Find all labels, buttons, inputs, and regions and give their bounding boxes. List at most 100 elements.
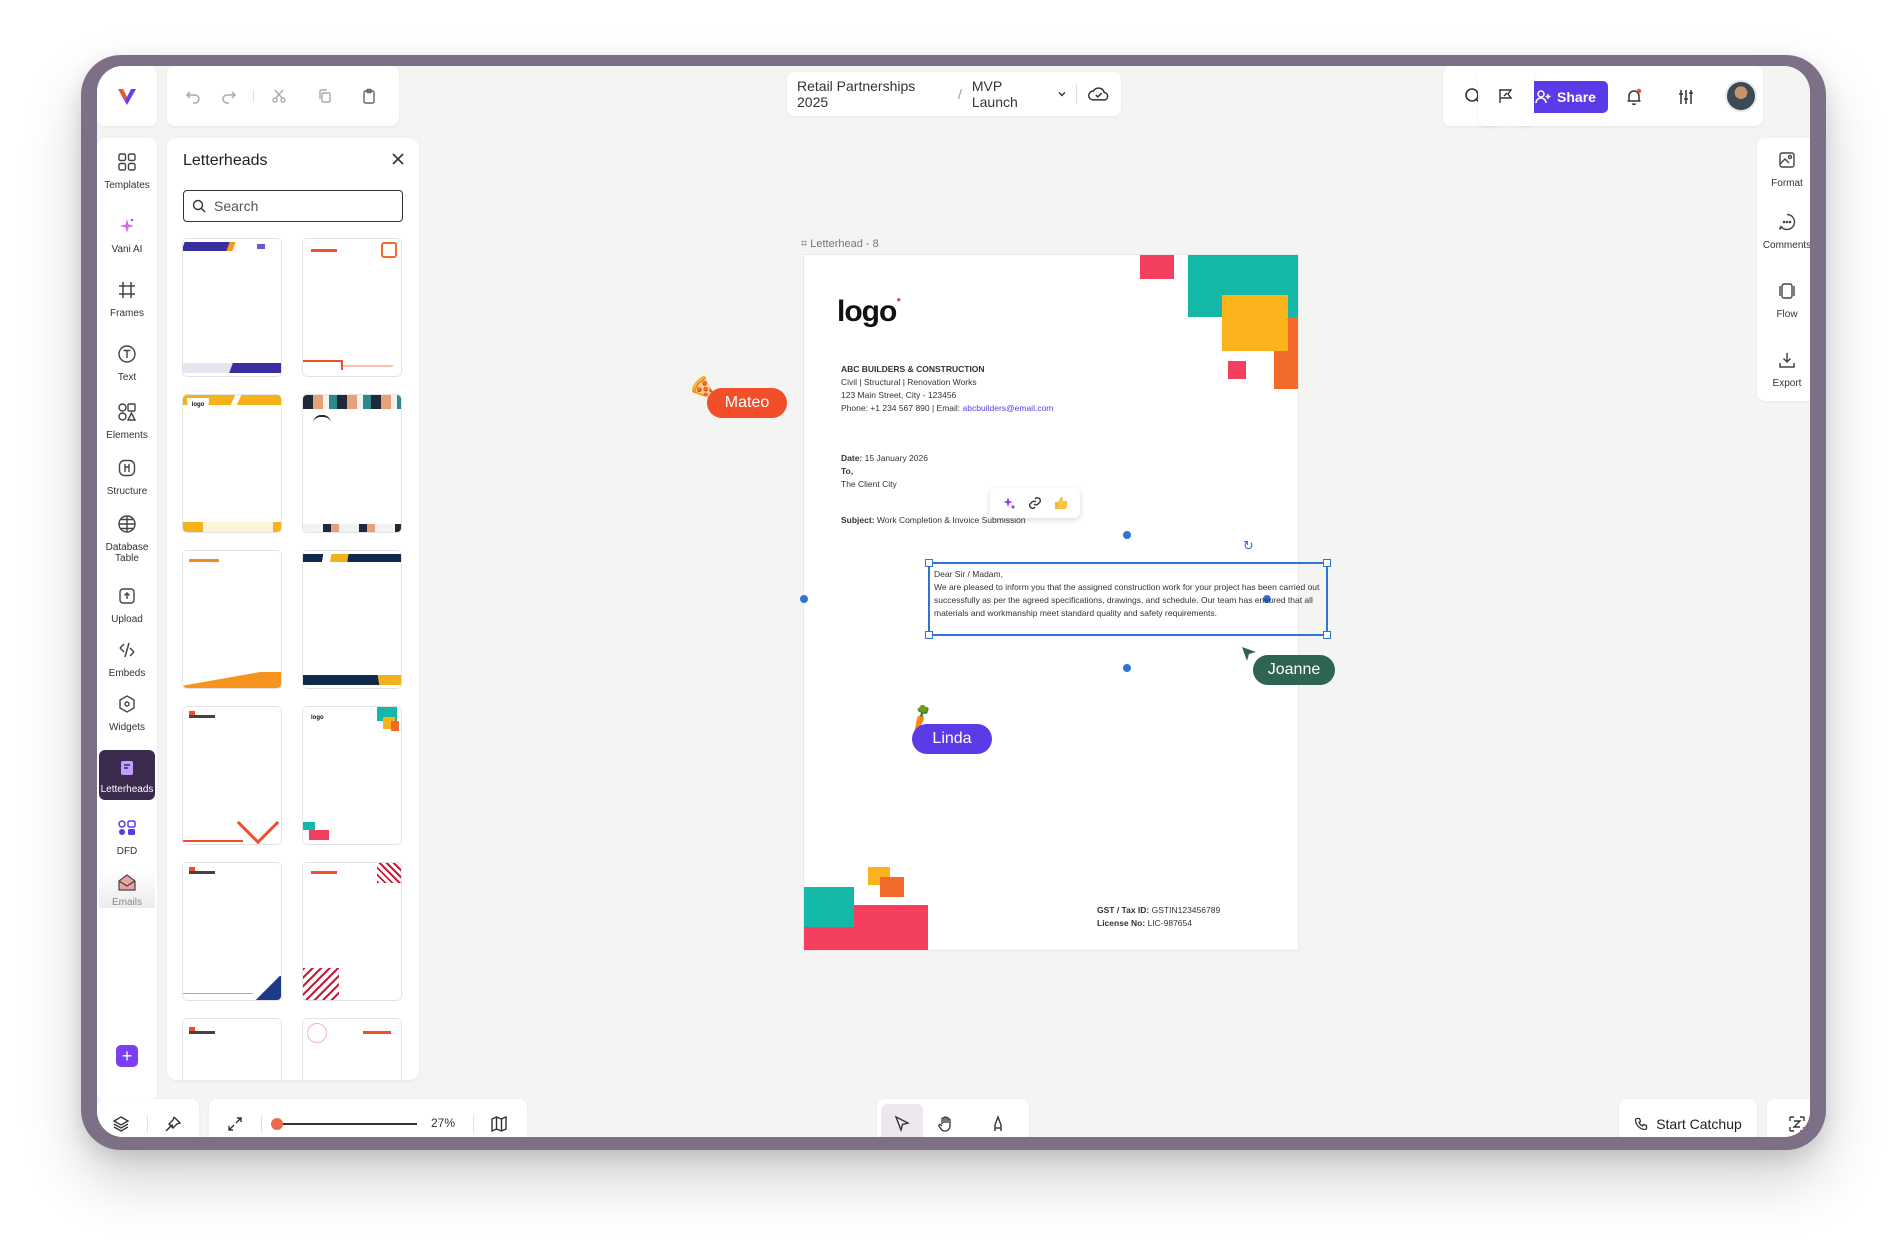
select-tool-icon[interactable] <box>881 1104 923 1137</box>
resize-handle[interactable] <box>925 559 933 567</box>
link-icon[interactable] <box>1027 495 1043 511</box>
tool-letterheads[interactable]: Letterheads <box>99 750 155 800</box>
tool-comments[interactable]: Comments <box>1757 210 1810 251</box>
search-icon <box>192 199 206 213</box>
letterhead-template[interactable] <box>302 862 402 1001</box>
sliders-icon[interactable] <box>1673 84 1699 110</box>
selection-handle[interactable] <box>800 595 808 603</box>
pen-tool-icon[interactable] <box>985 1111 1011 1137</box>
letterhead-template[interactable]: logo <box>182 394 282 533</box>
letterhead-template[interactable] <box>182 238 282 377</box>
pin-icon[interactable] <box>161 1112 185 1136</box>
undo-icon[interactable] <box>181 84 205 108</box>
decor-shape <box>880 877 904 897</box>
tool-dfd[interactable]: DFD <box>97 816 157 857</box>
tool-embeds[interactable]: Embeds <box>97 638 157 679</box>
letter-body[interactable]: Dear Sir / Madam, We are pleased to info… <box>934 568 1324 620</box>
breadcrumb: Retail Partnerships 2025 / MVP Launch <box>787 72 1121 116</box>
app-logo[interactable] <box>97 66 157 126</box>
letterhead-icon <box>121 761 133 775</box>
app-logo-icon <box>118 89 136 105</box>
divider <box>1076 84 1078 104</box>
tool-database-table[interactable]: Database Table <box>97 512 157 564</box>
cloud-saved-icon[interactable] <box>1087 85 1111 103</box>
start-catchup-button[interactable]: Start Catchup <box>1619 1099 1757 1137</box>
tool-widgets[interactable]: Widgets <box>97 692 157 733</box>
tool-text[interactable]: Text <box>97 342 157 383</box>
copy-icon[interactable] <box>313 84 337 108</box>
letterhead-template[interactable] <box>182 862 282 1001</box>
letterhead-logo: logo● <box>837 295 901 328</box>
letterhead-template[interactable] <box>182 706 282 845</box>
tool-templates[interactable]: Templates <box>97 150 157 191</box>
avatar[interactable] <box>1725 80 1757 112</box>
structure-icon <box>118 459 136 477</box>
clipboard-icon[interactable] <box>357 84 381 108</box>
tool-frames[interactable]: Frames <box>97 278 157 319</box>
decor-shape <box>1228 361 1246 379</box>
resize-handle[interactable] <box>1323 559 1331 567</box>
scissors-icon[interactable] <box>267 84 291 108</box>
share-button[interactable]: Share <box>1523 81 1608 113</box>
breadcrumb-project[interactable]: Retail Partnerships 2025 <box>797 78 948 110</box>
letterhead-template[interactable] <box>302 394 402 533</box>
layers-icon[interactable] <box>109 1112 133 1136</box>
bell-icon[interactable] <box>1621 84 1647 110</box>
dfd-icon <box>118 820 136 835</box>
tool-vani-ai[interactable]: Vani AI <box>97 214 157 255</box>
frame-label[interactable]: ⌗ Letterhead - 8 <box>801 238 879 251</box>
app-screen: Retail Partnerships 2025 / MVP Launch Sh… <box>97 66 1810 1137</box>
collaborator-tag-linda: Linda <box>912 724 992 754</box>
panel-title: Letterheads <box>183 152 268 169</box>
breadcrumb-separator: / <box>957 86 962 102</box>
selection-handle[interactable] <box>1123 664 1131 672</box>
grid-icon <box>118 153 136 171</box>
ai-scan-button[interactable] <box>1767 1099 1810 1137</box>
comment-icon <box>1778 213 1796 231</box>
rotate-icon[interactable]: ↻ <box>1243 538 1254 554</box>
resize-handle[interactable] <box>1323 631 1331 639</box>
edit-toolbar <box>167 66 399 126</box>
search-input[interactable]: Search <box>214 198 258 214</box>
zoom-slider-handle[interactable] <box>271 1118 283 1130</box>
chevron-down-icon[interactable] <box>1057 89 1067 99</box>
redo-icon[interactable] <box>217 84 241 108</box>
close-icon[interactable] <box>391 152 405 166</box>
divider <box>253 90 254 102</box>
cursor-arrow-icon <box>1241 646 1257 662</box>
selection-handle[interactable] <box>1123 531 1131 539</box>
ai-sparkle-icon[interactable] <box>1001 495 1017 511</box>
resize-handle[interactable] <box>925 631 933 639</box>
hand-tool-icon[interactable] <box>933 1111 959 1137</box>
download-icon <box>1779 353 1795 368</box>
present-button[interactable] <box>1478 66 1534 126</box>
tool-export[interactable]: Export <box>1757 348 1810 389</box>
letterhead-template[interactable] <box>302 550 402 689</box>
zoom-level[interactable]: 27% <box>423 1116 463 1130</box>
tool-elements[interactable]: Elements <box>97 400 157 441</box>
selected-text-box[interactable]: Dear Sir / Madam, We are pleased to info… <box>925 559 1331 639</box>
decor-shape <box>804 887 854 927</box>
tool-structure[interactable]: Structure <box>97 456 157 497</box>
tool-upload[interactable]: Upload <box>97 584 157 625</box>
search-field[interactable]: Search <box>183 190 403 222</box>
tool-emails[interactable]: Emails <box>99 868 155 908</box>
zoom-slider-track[interactable] <box>277 1123 417 1125</box>
tool-format[interactable]: Format <box>1757 148 1810 189</box>
breadcrumb-board[interactable]: MVP Launch <box>972 78 1051 110</box>
letterhead-template[interactable] <box>182 1018 282 1080</box>
letterhead-template[interactable]: logo <box>302 706 402 845</box>
table-icon <box>118 515 136 533</box>
format-icon <box>1779 152 1795 168</box>
letterhead-template[interactable] <box>182 550 282 689</box>
letterhead-footer: GST / Tax ID: GSTIN123456789 License No:… <box>1097 905 1221 928</box>
zoom-toolbar: 27% <box>209 1099 527 1137</box>
letterhead-template[interactable] <box>302 238 402 377</box>
add-button[interactable]: + <box>116 1045 138 1067</box>
thumbs-up-icon[interactable] <box>1053 495 1069 511</box>
tool-flow[interactable]: Flow <box>1757 279 1810 320</box>
map-icon[interactable] <box>487 1112 511 1136</box>
context-toolbar <box>990 488 1080 518</box>
fit-screen-icon[interactable] <box>223 1112 247 1136</box>
letterhead-template[interactable] <box>302 1018 402 1080</box>
